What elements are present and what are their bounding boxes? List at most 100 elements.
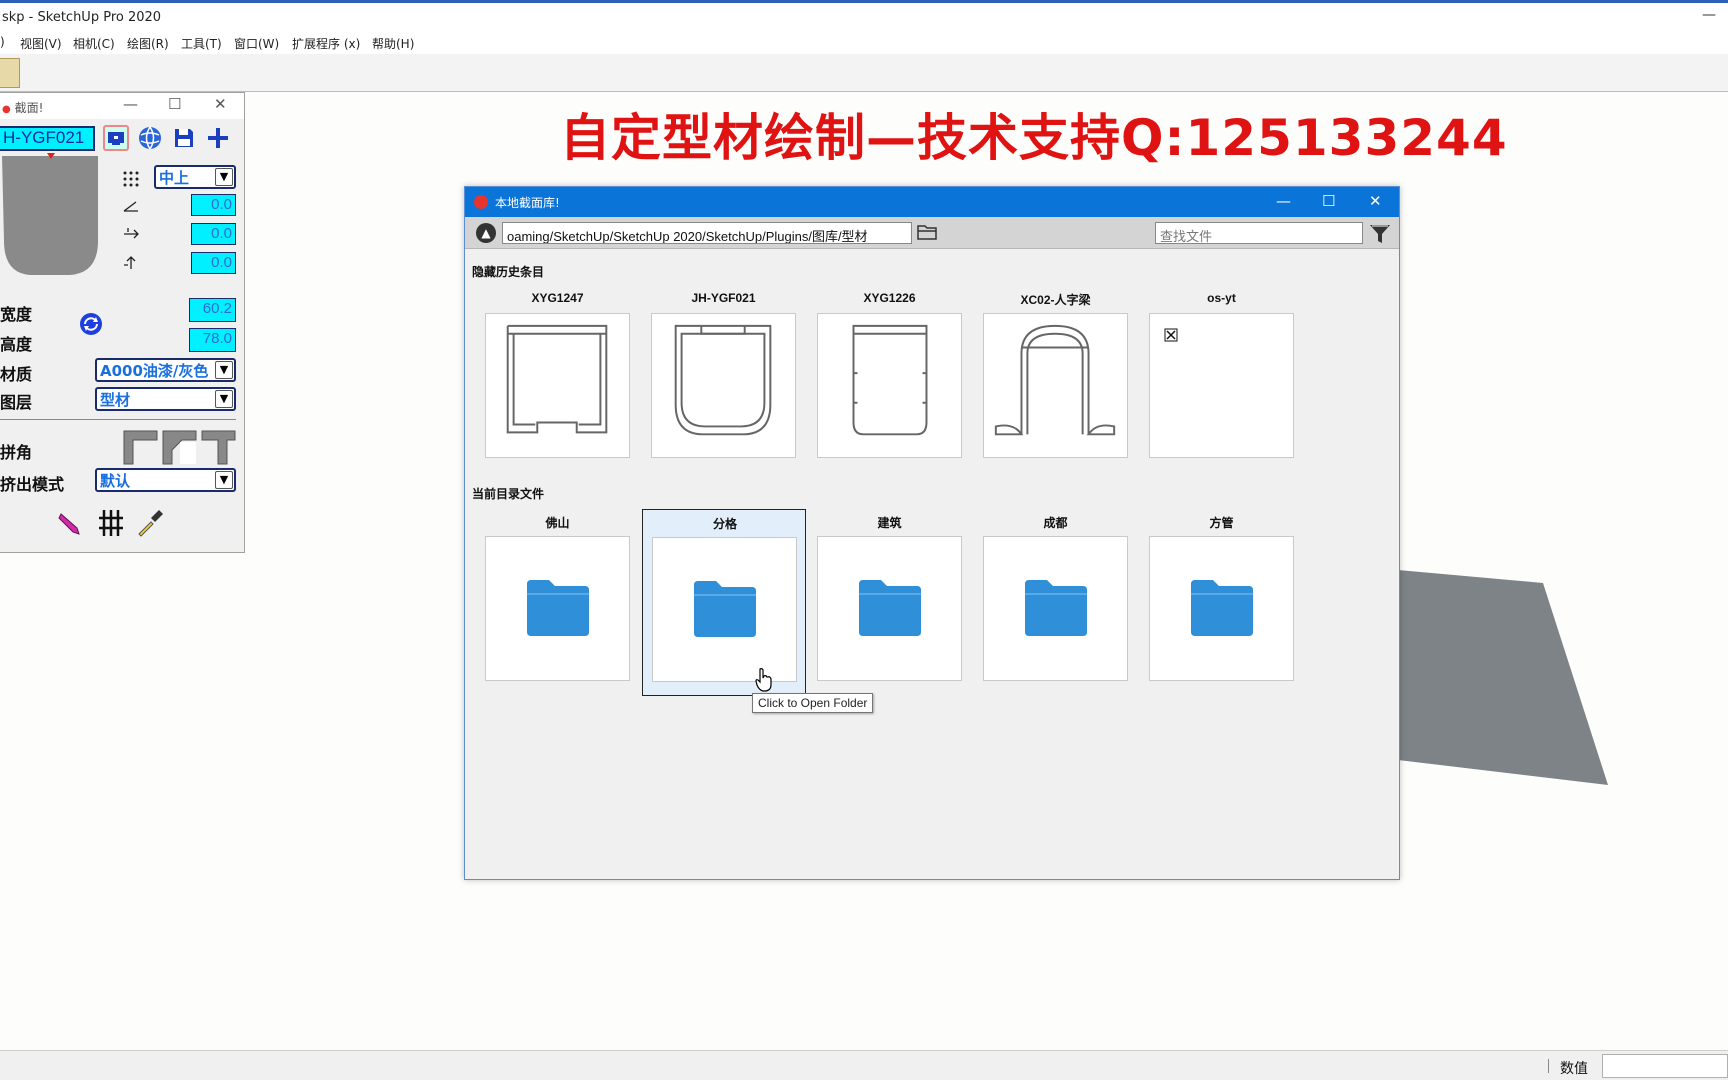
dialog-minimize-button[interactable]: —	[1276, 192, 1291, 210]
folder-item[interactable]: 成都	[983, 514, 1128, 694]
history-item-name: XYG1226	[863, 291, 916, 305]
toolbar	[0, 54, 1728, 92]
panel-title-bar: ● 截面! — ☐ ✕	[0, 93, 244, 119]
offset-y-field[interactable]: 0.0	[191, 252, 236, 274]
model-slab[interactable]	[1398, 570, 1608, 785]
history-thumbnail	[651, 313, 796, 458]
window-title: skp - SketchUp Pro 2020	[2, 10, 162, 25]
menu-item-help[interactable]: 帮助(H)	[372, 35, 414, 52]
history-item[interactable]: XC02-人字梁	[983, 291, 1128, 471]
height-field[interactable]: 78.0	[189, 328, 236, 352]
anchor-select[interactable]: 中上 ▼	[154, 165, 236, 189]
folder-item-name: 方管	[1209, 516, 1234, 530]
width-label: 宽度	[0, 305, 33, 324]
folder-item[interactable]: 佛山	[485, 514, 630, 694]
history-section-label: 隐藏历史条目	[472, 265, 545, 279]
menu-item-extensions[interactable]: 扩展程序 (x)	[292, 35, 360, 52]
minimize-button[interactable]: —	[1702, 7, 1716, 23]
material-select[interactable]: A000油漆/灰色 ▼	[95, 358, 236, 382]
up-arrow-icon[interactable]: ▲	[476, 223, 496, 243]
history-item[interactable]: JH-YGF021	[651, 291, 796, 471]
app-icon	[474, 195, 488, 209]
folder-item[interactable]: 方管	[1149, 514, 1294, 694]
material-label: 材质	[0, 365, 33, 384]
history-thumbnail	[485, 313, 630, 458]
panel-title-text: 截面!	[14, 101, 44, 115]
angle-icon	[123, 201, 138, 212]
app-icon: ●	[2, 104, 11, 115]
extrude-mode-select[interactable]: 默认 ▼	[95, 468, 236, 492]
offset-x-field[interactable]: 0.0	[191, 223, 236, 245]
folder-icon	[859, 580, 921, 636]
menu-item-view[interactable]: 视图(V)	[20, 35, 62, 52]
cursor-hand-icon	[755, 668, 772, 692]
eyedropper-icon[interactable]	[135, 508, 165, 538]
history-item-name: JH-YGF021	[691, 291, 756, 305]
refresh-icon[interactable]	[79, 312, 103, 336]
menu-item-draw[interactable]: 绘图(R)	[127, 35, 169, 52]
folder-icon	[694, 581, 756, 637]
dialog-title-bar: 本地截面库! — ☐ ✕	[465, 187, 1399, 217]
folder-thumbnail	[485, 536, 630, 681]
panel-title: ● 截面!	[2, 99, 43, 116]
monitor-icon[interactable]	[103, 125, 129, 151]
path-input[interactable]: oaming/SketchUp/SketchUp 2020/SketchUp/P…	[502, 222, 912, 244]
folder-icon[interactable]	[917, 224, 937, 240]
height-label: 高度	[0, 335, 33, 354]
folder-item[interactable]: 建筑	[817, 514, 962, 694]
angle-field[interactable]: 0.0	[191, 194, 236, 216]
toolbar-tool-button[interactable]	[0, 58, 20, 88]
save-icon[interactable]	[172, 126, 196, 150]
address-bar: ▲ oaming/SketchUp/SketchUp 2020/SketchUp…	[465, 217, 1399, 249]
search-input[interactable]: 查找文件	[1155, 222, 1363, 245]
chevron-down-icon: ▼	[215, 471, 233, 489]
corner-butt-button[interactable]	[162, 430, 197, 465]
tooltip: Click to Open Folder	[752, 693, 874, 713]
anchor-select-value: 中上	[159, 169, 190, 187]
grid-icon	[123, 171, 139, 187]
profile-name-field[interactable]: H-YGF021	[0, 126, 95, 151]
filter-icon[interactable]	[1369, 223, 1391, 245]
extrude-mode-value: 默认	[100, 472, 131, 490]
corner-miter-button[interactable]	[123, 430, 158, 465]
section-panel: ● 截面! — ☐ ✕ H-YGF021 中上 ▼ 0.0 0.0 0.0 宽度…	[0, 92, 245, 553]
history-thumbnail	[817, 313, 962, 458]
menu-item-window[interactable]: 窗口(W)	[234, 35, 279, 52]
width-field[interactable]: 60.2	[189, 298, 236, 322]
folder-thumbnail	[1149, 536, 1294, 681]
folder-thumbnail	[652, 537, 797, 682]
value-input[interactable]	[1602, 1054, 1728, 1078]
layer-select[interactable]: 型材 ▼	[95, 387, 236, 411]
menu-item-tools[interactable]: 工具(T)	[181, 35, 222, 52]
panel-maximize-button[interactable]: ☐	[168, 95, 181, 113]
corner-tee-button[interactable]	[201, 430, 236, 465]
plus-icon[interactable]	[206, 126, 230, 150]
layer-label: 图层	[0, 393, 33, 412]
offset-x-icon	[124, 228, 139, 239]
globe-icon[interactable]	[137, 125, 163, 151]
folder-icon	[1191, 580, 1253, 636]
panel-divider	[0, 419, 236, 420]
value-label: 数值	[1560, 1061, 1588, 1077]
menu-item-camera[interactable]: 相机(C)	[73, 35, 115, 52]
profile-preview	[2, 153, 98, 275]
material-select-value: A000油漆/灰色	[100, 362, 209, 380]
dialog-maximize-button[interactable]: ☐	[1322, 192, 1335, 210]
pencil-icon[interactable]	[57, 510, 83, 536]
history-item[interactable]: XYG1226	[817, 291, 962, 471]
menu-bar: ) 视图(V) 相机(C) 绘图(R) 工具(T) 窗口(W) 扩展程序 (x)…	[0, 32, 1728, 54]
history-item[interactable]: XYG1247	[485, 291, 630, 471]
chevron-down-icon: ▼	[215, 168, 233, 186]
folder-item-name: 佛山	[545, 516, 570, 530]
folder-item-selected[interactable]: 分格	[642, 509, 806, 696]
hatch-icon[interactable]	[97, 508, 125, 538]
extrude-mode-label: 挤出模式	[0, 475, 65, 494]
panel-minimize-button[interactable]: —	[123, 95, 138, 113]
history-item[interactable]: os-yt	[1149, 291, 1294, 471]
dialog-close-button[interactable]: ✕	[1369, 192, 1382, 210]
title-bar: skp - SketchUp Pro 2020 —	[0, 0, 1728, 32]
menu-item-file[interactable]: )	[0, 35, 5, 49]
panel-close-button[interactable]: ✕	[214, 95, 227, 113]
status-bar: 数值	[0, 1050, 1728, 1080]
folder-icon	[527, 580, 589, 636]
